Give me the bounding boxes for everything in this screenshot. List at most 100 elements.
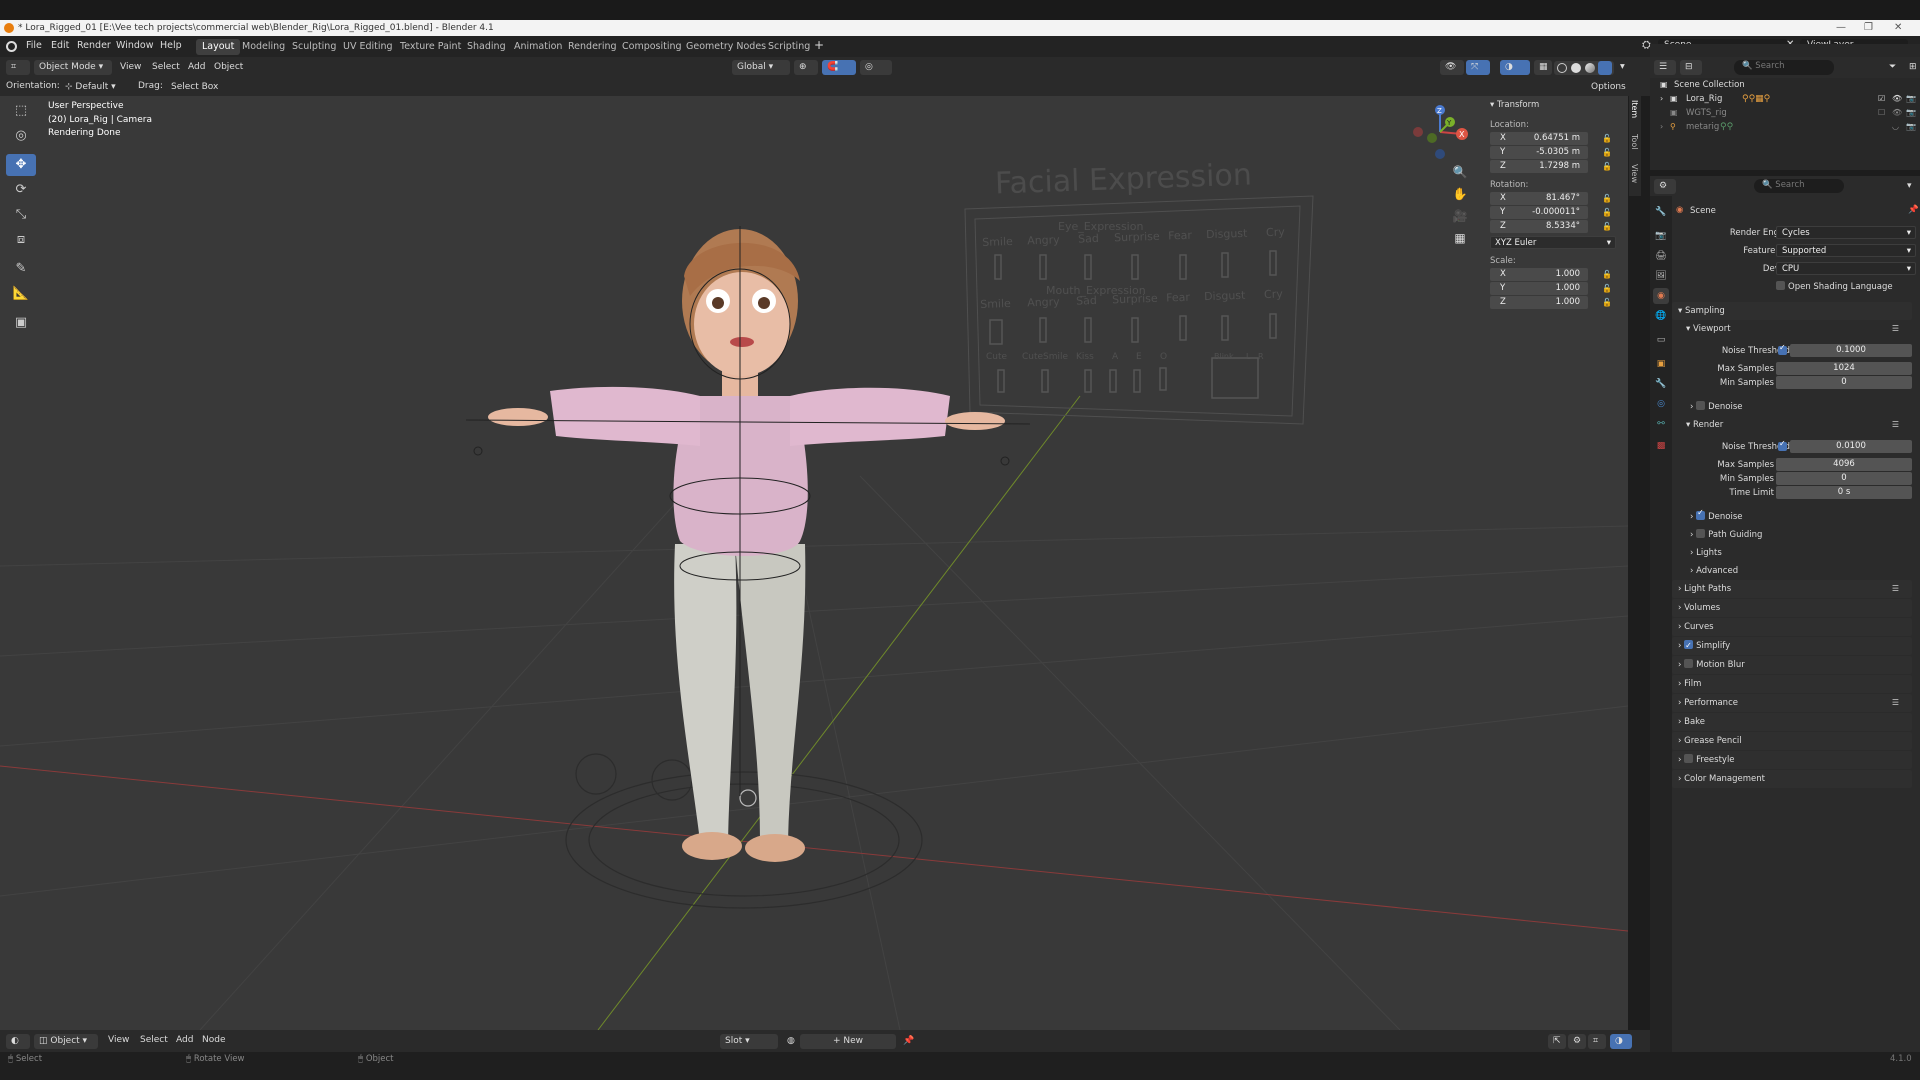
- list-icon[interactable]: ☰: [1891, 324, 1900, 333]
- tab-scripting[interactable]: Scripting: [762, 39, 816, 55]
- tab-rendering[interactable]: Rendering: [562, 39, 623, 55]
- vp-denoise-row[interactable]: › Denoise: [1690, 401, 1743, 412]
- editor-type-icon[interactable]: ◐: [6, 1034, 30, 1049]
- scale-tool-icon[interactable]: ⤡: [6, 204, 36, 226]
- 3d-viewport[interactable]: Facial Expression Eye_Expression Smile A…: [0, 96, 1628, 1030]
- material-icon[interactable]: ◍: [782, 1034, 798, 1049]
- lights-row[interactable]: › Lights: [1690, 548, 1722, 558]
- outliner-row[interactable]: ▣ WGTS_rig ☐ 👁 📷: [1650, 106, 1920, 120]
- lock-icon[interactable]: 🔓: [1602, 298, 1612, 308]
- scene-props-icon[interactable]: ◉: [1653, 288, 1669, 304]
- properties-search[interactable]: 🔍 Search: [1754, 179, 1844, 193]
- scale-z-field[interactable]: Z 1.000: [1490, 296, 1588, 309]
- lock-icon[interactable]: 🔓: [1602, 134, 1612, 144]
- proportional-edit-icon[interactable]: ◎: [860, 60, 892, 75]
- r-noise-checkbox[interactable]: [1778, 439, 1790, 453]
- editor-type-icon[interactable]: ⌗: [6, 60, 30, 75]
- render-props-icon[interactable]: 📷: [1653, 228, 1669, 244]
- tab-compositing[interactable]: Compositing: [616, 39, 688, 55]
- texture-props-icon[interactable]: ▩: [1653, 438, 1669, 454]
- snap-icon[interactable]: 🧲: [822, 60, 856, 75]
- pivot-icon[interactable]: ⊕: [794, 60, 818, 75]
- gizmo-toggle-icon[interactable]: ⤧: [1466, 60, 1490, 75]
- output-props-icon[interactable]: 🖨: [1653, 248, 1669, 264]
- lock-icon[interactable]: 🔓: [1602, 270, 1612, 280]
- properties-options-icon[interactable]: ▾: [1902, 179, 1918, 194]
- menu-render[interactable]: Render: [77, 40, 111, 51]
- section-sampling[interactable]: ▾ Sampling: [1672, 302, 1912, 320]
- r-time-field[interactable]: 0 s: [1776, 486, 1912, 499]
- section-film[interactable]: › Film: [1672, 675, 1912, 693]
- location-z-field[interactable]: Z 1.7298 m: [1490, 160, 1588, 173]
- tab-texture-paint[interactable]: Texture Paint: [394, 39, 467, 55]
- camera-icon[interactable]: 📷: [1906, 106, 1916, 120]
- eye-icon[interactable]: 👁: [1892, 106, 1902, 120]
- r-max-field[interactable]: 4096: [1776, 458, 1912, 471]
- list-icon[interactable]: ☰: [1891, 584, 1900, 593]
- menu-edit[interactable]: Edit: [51, 40, 69, 51]
- menu-help[interactable]: Help: [160, 40, 182, 51]
- options-dropdown[interactable]: Options ▾: [1586, 80, 1636, 107]
- osl-checkbox[interactable]: Open Shading Language: [1776, 281, 1893, 292]
- eye-closed-icon[interactable]: ◡: [1892, 120, 1899, 134]
- cursor-tool-icon[interactable]: ◎: [6, 125, 36, 147]
- node-menu-add[interactable]: Add: [176, 1035, 193, 1045]
- pin-icon[interactable]: 📌: [1908, 205, 1919, 215]
- vp-noise-checkbox[interactable]: [1778, 343, 1790, 357]
- scale-x-field[interactable]: X 1.000: [1490, 268, 1588, 281]
- advanced-row[interactable]: › Advanced: [1690, 566, 1738, 576]
- section-viewport[interactable]: ▾ Viewport ☰: [1680, 320, 1912, 338]
- rendered-shading-icon[interactable]: [1598, 61, 1612, 75]
- pin-icon[interactable]: 📌: [898, 1034, 916, 1049]
- vp-menu-object[interactable]: Object: [214, 62, 243, 72]
- overlay-icon[interactable]: ⌗: [1588, 1034, 1606, 1049]
- outliner-row[interactable]: › ▣ Lora_Rig ⚲⚲▦⚲ ☑ 👁 📷: [1650, 92, 1920, 106]
- checkbox-icon[interactable]: ☐: [1878, 106, 1885, 120]
- section-color-management[interactable]: › Color Management: [1672, 770, 1912, 788]
- tab-tool[interactable]: Tool: [1630, 134, 1639, 150]
- eye-icon[interactable]: 👁: [1892, 92, 1902, 106]
- rotate-tool-icon[interactable]: ⟳: [6, 179, 36, 201]
- section-curves[interactable]: › Curves: [1672, 618, 1912, 636]
- tab-layout[interactable]: Layout: [196, 39, 241, 55]
- slot-dropdown[interactable]: Slot ▾: [720, 1034, 778, 1049]
- shading-dropdown-icon[interactable]: ▾: [1620, 61, 1625, 72]
- tab-shading[interactable]: Shading: [461, 39, 512, 55]
- r-noise-field[interactable]: 0.0100: [1790, 440, 1912, 453]
- r-min-field[interactable]: 0: [1776, 472, 1912, 485]
- zoom-icon[interactable]: 🔍: [1450, 162, 1470, 182]
- minimize-icon[interactable]: —: [1836, 20, 1846, 36]
- material-shading-icon[interactable]: [1585, 63, 1595, 73]
- section-motion-blur[interactable]: › Motion Blur: [1672, 656, 1912, 674]
- lock-icon[interactable]: 🔓: [1602, 222, 1612, 232]
- lock-icon[interactable]: 🔓: [1602, 162, 1612, 172]
- expand-icon[interactable]: ›: [1660, 120, 1663, 134]
- solid-shading-icon[interactable]: [1571, 63, 1581, 73]
- r-denoise-row[interactable]: › Denoise: [1690, 508, 1743, 522]
- node-overlay-icon[interactable]: ◑: [1610, 1034, 1632, 1049]
- feature-set-dropdown[interactable]: Supported ▾: [1776, 244, 1916, 257]
- drag-dropdown[interactable]: Select Box ▾: [166, 80, 226, 107]
- node-menu-node[interactable]: Node: [202, 1035, 226, 1045]
- blender-menu-icon[interactable]: [6, 41, 17, 52]
- object-props-icon[interactable]: ▣: [1653, 356, 1669, 372]
- expand-icon[interactable]: ›: [1660, 92, 1663, 106]
- section-render[interactable]: ▾ Render ☰: [1680, 416, 1912, 434]
- vp-menu-add[interactable]: Add: [188, 62, 205, 72]
- tab-geometry-nodes[interactable]: Geometry Nodes: [680, 39, 772, 55]
- outliner-editor-icon[interactable]: ☰: [1654, 60, 1676, 75]
- menu-window[interactable]: Window: [116, 40, 153, 51]
- snap-icon[interactable]: ⇱: [1548, 1034, 1566, 1049]
- section-grease-pencil[interactable]: › Grease Pencil: [1672, 732, 1912, 750]
- camera-icon[interactable]: 📷: [1906, 120, 1916, 134]
- vp-menu-view[interactable]: View: [120, 62, 141, 72]
- section-bake[interactable]: › Bake: [1672, 713, 1912, 731]
- select-box-tool-icon[interactable]: ⬚: [6, 100, 36, 122]
- tab-sculpting[interactable]: Sculpting: [286, 39, 342, 55]
- checkbox-icon[interactable]: ☑: [1878, 92, 1885, 106]
- menu-file[interactable]: File: [26, 40, 42, 51]
- add-cube-tool-icon[interactable]: ▣: [6, 312, 36, 334]
- add-workspace-icon[interactable]: +: [814, 38, 824, 52]
- location-y-field[interactable]: Y -5.0305 m: [1490, 146, 1588, 159]
- camera-view-icon[interactable]: 🎥: [1450, 206, 1470, 226]
